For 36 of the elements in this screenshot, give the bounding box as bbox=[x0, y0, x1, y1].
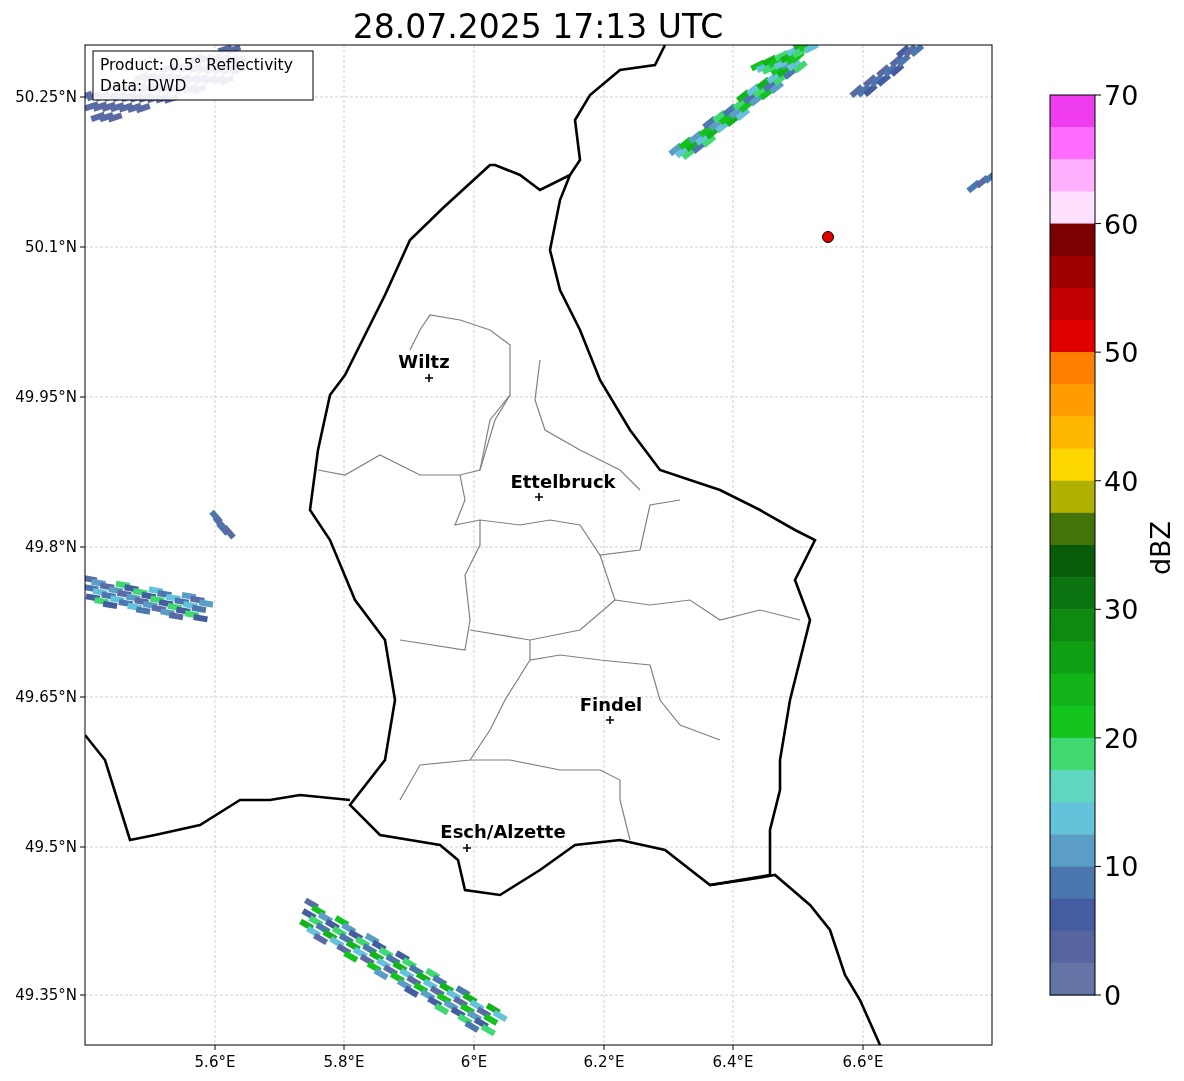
colorbar-tick: 70 bbox=[1104, 80, 1139, 111]
longitude-label: 5.8°E bbox=[323, 1053, 365, 1071]
city-marker bbox=[424, 373, 434, 383]
radar-echo bbox=[966, 170, 992, 194]
latitude-label: 49.8°N bbox=[24, 538, 77, 556]
colorbar-tick: 60 bbox=[1104, 208, 1139, 240]
longitude-label: 6.6°E bbox=[842, 1053, 884, 1071]
city-marker bbox=[462, 843, 472, 853]
radar-echo bbox=[209, 509, 236, 540]
longitude-label: 5.6°E bbox=[194, 1053, 236, 1071]
longitude-label: 6.2°E bbox=[583, 1053, 625, 1071]
city-marker bbox=[534, 492, 544, 502]
longitude-label: 6°E bbox=[460, 1053, 488, 1071]
longitude-label: 6.4°E bbox=[712, 1053, 754, 1071]
latitude-label: 50.1°N bbox=[24, 238, 77, 256]
latitude-label: 49.35°N bbox=[15, 986, 77, 1004]
city-label: Esch/Alzette bbox=[440, 821, 566, 842]
city-label: Wiltz bbox=[398, 351, 450, 372]
colorbar-tick: 20 bbox=[1104, 722, 1139, 754]
chart-title: 28.07.2025 17:13 UTC bbox=[352, 7, 724, 46]
info-text: Data: DWD bbox=[100, 77, 187, 95]
colorbar-tick: 50 bbox=[1104, 337, 1139, 369]
latitude-label: 49.5°N bbox=[24, 838, 77, 856]
city-label: Ettelbruck bbox=[510, 471, 616, 492]
latitude-label: 49.95°N bbox=[15, 388, 77, 406]
latitude-label: 50.25°N bbox=[15, 88, 77, 106]
city-label: Findel bbox=[579, 694, 643, 715]
colorbar-tick: 10 bbox=[1104, 851, 1139, 883]
colorbar-tick: 0 bbox=[1104, 980, 1122, 1011]
city-marker bbox=[605, 715, 615, 725]
colorbar-tick: 40 bbox=[1104, 465, 1139, 497]
colorbar-label: dBZ bbox=[1145, 520, 1176, 576]
info-text: Product: 0.5° Reflectivity bbox=[100, 56, 293, 74]
latitude-label: 49.65°N bbox=[15, 688, 77, 706]
location-marker bbox=[822, 231, 834, 243]
colorbar-tick: 30 bbox=[1104, 594, 1139, 626]
